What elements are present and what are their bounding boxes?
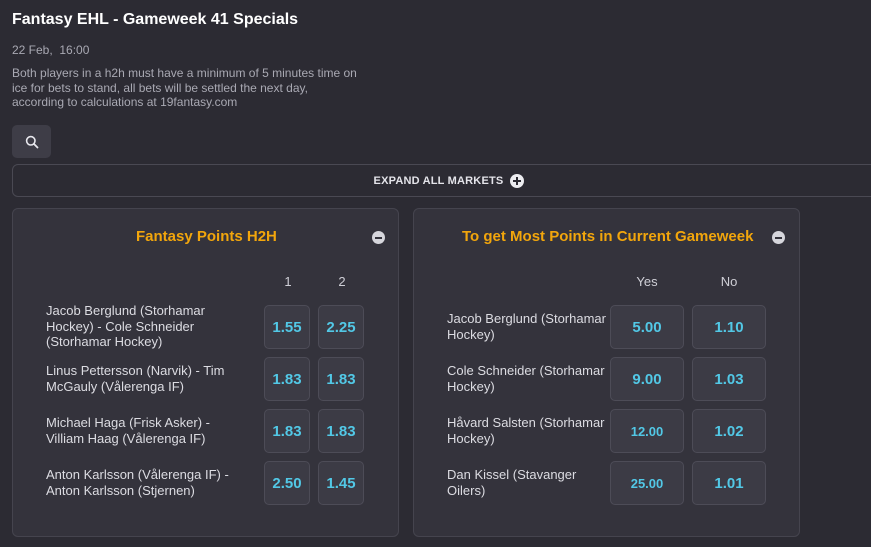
odds-button[interactable]: 2.50 xyxy=(264,461,310,505)
selection-label: Jacob Berglund (Storhamar Hockey) xyxy=(447,311,606,342)
odds-button[interactable]: 1.83 xyxy=(264,409,310,453)
odds-button[interactable]: 9.00 xyxy=(610,357,684,401)
expand-all-markets-button[interactable]: EXPAND ALL MARKETS xyxy=(12,164,871,197)
h2h-row-label: Linus Pettersson (Narvik) - Tim McGauly … xyxy=(46,363,225,394)
h2h-row-label: Anton Karlsson (Vålerenga IF) - Anton Ka… xyxy=(46,467,229,498)
odds-button[interactable]: 1.55 xyxy=(264,305,310,349)
market-panel-fantasy-points-h2h: Fantasy Points H2H 1 2 Jacob Berglund (S… xyxy=(12,208,399,537)
column-header-2: 2 xyxy=(338,274,346,289)
market-panel-most-points: To get Most Points in Current Gameweek Y… xyxy=(413,208,800,537)
expand-all-label: EXPAND ALL MARKETS xyxy=(373,174,504,187)
event-date: 22 Feb, 16:00 xyxy=(12,43,90,57)
plus-circle-icon xyxy=(510,173,525,188)
odds-button[interactable]: 1.83 xyxy=(264,357,310,401)
odds-button[interactable]: 1.02 xyxy=(692,409,766,453)
market-description: Both players in a h2h must have a minimu… xyxy=(12,66,357,109)
collapse-icon[interactable] xyxy=(372,231,385,244)
odds-button[interactable]: 1.10 xyxy=(692,305,766,349)
search-button[interactable] xyxy=(12,125,51,158)
column-header-yes: Yes xyxy=(636,274,658,289)
selection-label: Håvard Salsten (Storhamar Hockey) xyxy=(447,415,605,446)
odds-button[interactable]: 1.83 xyxy=(318,357,364,401)
odds-button[interactable]: 1.01 xyxy=(692,461,766,505)
h2h-row-label: Jacob Berglund (Storhamar Hockey) - Cole… xyxy=(46,303,205,349)
odds-button[interactable]: 1.03 xyxy=(692,357,766,401)
search-icon xyxy=(25,135,38,148)
selection-label: Dan Kissel (Stavanger Oilers) xyxy=(447,467,577,498)
collapse-icon[interactable] xyxy=(772,231,785,244)
odds-button[interactable]: 12.00 xyxy=(610,409,684,453)
market-title[interactable]: Fantasy Points H2H xyxy=(136,228,277,245)
odds-button[interactable]: 1.45 xyxy=(318,461,364,505)
odds-button[interactable]: 25.00 xyxy=(610,461,684,505)
odds-button[interactable]: 2.25 xyxy=(318,305,364,349)
selection-label: Cole Schneider (Storhamar Hockey) xyxy=(447,363,605,394)
h2h-row-label: Michael Haga (Frisk Asker) - Villiam Haa… xyxy=(46,415,210,446)
page-title: Fantasy EHL - Gameweek 41 Specials xyxy=(12,11,299,28)
market-title[interactable]: To get Most Points in Current Gameweek xyxy=(462,228,753,245)
odds-button[interactable]: 5.00 xyxy=(610,305,684,349)
column-header-no: No xyxy=(720,274,738,289)
odds-button[interactable]: 1.83 xyxy=(318,409,364,453)
